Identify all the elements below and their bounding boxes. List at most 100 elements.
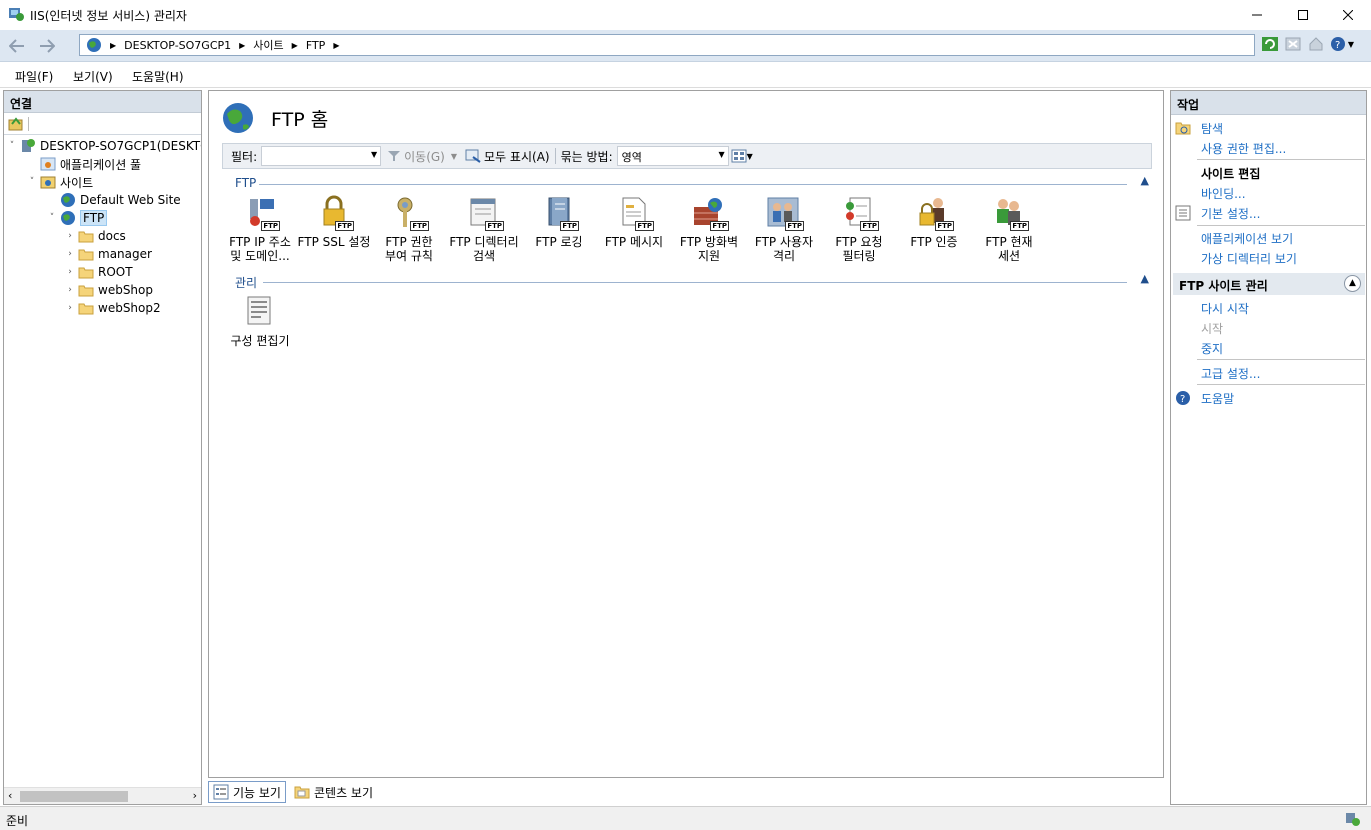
collapse-icon[interactable]: ▲ (1344, 275, 1361, 292)
collapse-icon[interactable]: ▲ (1141, 174, 1149, 187)
address-box[interactable]: ▶ DESKTOP-SO7GCP1 ▶ 사이트 ▶ FTP ▶ (79, 34, 1255, 56)
ftp-user-isolation-icon: FTP (766, 195, 804, 231)
chevron-right-icon[interactable]: › (64, 285, 76, 295)
chevron-right-icon[interactable]: › (64, 303, 76, 313)
menu-help[interactable]: 도움말(H) (132, 68, 184, 85)
filter-label: 필터: (231, 149, 258, 164)
tree-node-sites[interactable]: ˅ 사이트 (26, 173, 93, 191)
feature-ftp-authorization-rules[interactable]: FTP FTP 권한 부여 규칙 (372, 195, 446, 263)
tree-node-root[interactable]: › ROOT (64, 263, 132, 281)
action-bindings[interactable]: 바인딩... (1201, 185, 1246, 202)
view-mode-button[interactable]: ▼ (731, 149, 753, 163)
feature-ftp-firewall-support[interactable]: FTP FTP 방화벽 지원 (672, 195, 746, 263)
ftp-dir-browse-icon: FTP (466, 195, 504, 231)
maximize-icon (1298, 10, 1308, 20)
chevron-down-icon[interactable]: ˅ (46, 213, 58, 223)
action-restart[interactable]: 다시 시작 (1201, 300, 1249, 317)
collapse-icon[interactable]: ▲ (1141, 272, 1149, 285)
scroll-left-icon[interactable]: ‹ (8, 789, 12, 802)
feature-configuration-editor[interactable]: 구성 편집기 (223, 294, 297, 348)
tree-node-webshop[interactable]: › webShop (64, 281, 153, 299)
chevron-right-icon[interactable]: › (64, 267, 76, 277)
chevron-down-icon[interactable]: ▼ (747, 152, 753, 161)
folder-icon (78, 282, 94, 298)
tree-node-default-web-site[interactable]: Default Web Site (46, 191, 181, 209)
iis-app-icon (9, 8, 24, 21)
tab-content-view[interactable]: 콘텐츠 보기 (290, 781, 377, 803)
connect-icon[interactable] (8, 116, 24, 132)
feature-ftp-messages[interactable]: FTP FTP 메시지 (597, 195, 671, 249)
refresh-button[interactable] (1260, 35, 1280, 53)
feature-ftp-directory-browsing[interactable]: FTP FTP 디렉터리 검색 (447, 195, 521, 263)
action-help[interactable]: 도움말 (1201, 390, 1234, 407)
chevron-down-icon[interactable]: ˅ (26, 177, 38, 187)
feature-ftp-ip-domain[interactable]: FTP FTP IP 주소 및 도메인... (223, 195, 297, 263)
filter-input[interactable]: ▼ (261, 146, 382, 166)
chevron-down-icon[interactable]: ▼ (371, 150, 377, 159)
feature-label: FTP 메시지 (604, 235, 664, 249)
feature-ftp-authentication[interactable]: FTP FTP 인증 (897, 195, 971, 249)
action-start: 시작 (1201, 322, 1224, 336)
chevron-down-icon[interactable]: ˅ (6, 141, 18, 151)
tree-node-ftp[interactable]: ˅ FTP (46, 209, 108, 227)
tree-node-manager[interactable]: › manager (64, 245, 152, 263)
maximize-button[interactable] (1280, 0, 1326, 30)
action-stop[interactable]: 중지 (1201, 340, 1223, 357)
action-view-virtual-directories[interactable]: 가상 디렉터리 보기 (1201, 250, 1297, 267)
breadcrumb-arrow-icon[interactable]: ▶ (239, 41, 245, 50)
feature-ftp-user-isolation[interactable]: FTP FTP 사용자 격리 (747, 195, 821, 263)
breadcrumb-server[interactable]: DESKTOP-SO7GCP1 (124, 39, 231, 52)
chevron-down-icon[interactable]: ▼ (718, 150, 724, 159)
scroll-right-icon[interactable]: › (193, 789, 197, 802)
scroll-thumb[interactable] (20, 791, 128, 802)
connections-pane: 연결 ˅ DESKTOP-SO7GCP1(DESKTO 애플리케이션 풀 ˅ 사… (3, 90, 202, 805)
groupby-label: 묶는 방법: (560, 149, 613, 164)
chevron-right-icon[interactable]: › (64, 249, 76, 259)
groupby-select[interactable]: 영역 ▼ (616, 146, 729, 166)
action-basic-settings[interactable]: 기본 설정... (1201, 205, 1260, 222)
horizontal-scrollbar[interactable]: ‹ › (4, 787, 201, 804)
breadcrumb-sites[interactable]: 사이트 (253, 37, 283, 53)
back-button[interactable] (5, 34, 29, 58)
tree-label: webShop (98, 283, 153, 297)
config-editor-icon (242, 294, 278, 330)
feature-ftp-request-filtering[interactable]: FTP FTP 요청 필터링 (822, 195, 896, 263)
feature-ftp-logging[interactable]: FTP FTP 로깅 (522, 195, 596, 249)
menu-view[interactable]: 보기(V) (73, 68, 113, 85)
tree-node-webshop2[interactable]: › webShop2 (64, 299, 160, 317)
chevron-right-icon[interactable]: › (64, 231, 76, 241)
action-heading-edit-site: 사이트 편집 (1201, 167, 1261, 181)
stop-icon (1285, 37, 1301, 51)
home-button[interactable] (1306, 35, 1326, 53)
go-button[interactable]: 이동(G) ▼ (387, 148, 457, 165)
chevron-down-icon[interactable]: ▼ (451, 152, 457, 161)
breadcrumb-ftp[interactable]: FTP (306, 39, 326, 52)
forward-button[interactable] (35, 34, 59, 58)
action-advanced-settings[interactable]: 고급 설정... (1201, 365, 1260, 382)
action-explore[interactable]: 탐색 (1201, 120, 1223, 137)
minimize-button[interactable] (1234, 0, 1280, 30)
stop-button[interactable] (1283, 35, 1303, 53)
help-dropdown-button[interactable]: ? ▼ (1329, 35, 1355, 53)
action-view-applications[interactable]: 애플리케이션 보기 (1201, 230, 1293, 247)
ftp-site-manage-group[interactable]: FTP 사이트 관리 ▲ (1173, 273, 1365, 295)
close-button[interactable] (1325, 0, 1371, 30)
feature-ftp-ssl[interactable]: FTP FTP SSL 설정 (297, 195, 371, 249)
feature-ftp-current-sessions[interactable]: FTP FTP 현재 세션 (972, 195, 1046, 263)
breadcrumb-arrow-icon: ▶ (110, 40, 117, 50)
breadcrumb-arrow-icon[interactable]: ▶ (292, 41, 298, 50)
action-edit-permissions[interactable]: 사용 권한 편집... (1201, 140, 1286, 157)
toolbar-divider (28, 116, 29, 131)
show-all-button[interactable]: 모두 표시(A) (465, 148, 550, 165)
tree-node-server[interactable]: ˅ DESKTOP-SO7GCP1(DESKTO (6, 137, 201, 155)
tab-features-view[interactable]: 기능 보기 (208, 781, 286, 803)
breadcrumb-arrow-icon[interactable]: ▶ (333, 41, 339, 50)
ftp-firewall-icon: FTP (691, 195, 729, 231)
tree-node-app-pools[interactable]: 애플리케이션 풀 (26, 155, 141, 173)
server-icon (20, 138, 36, 154)
minimize-icon (1252, 14, 1262, 16)
tree-node-docs[interactable]: › docs (64, 227, 126, 245)
menu-file[interactable]: 파일(F) (15, 68, 53, 85)
feature-label: 지원 (697, 249, 721, 263)
tree-label: DESKTOP-SO7GCP1(DESKTO (40, 139, 201, 153)
